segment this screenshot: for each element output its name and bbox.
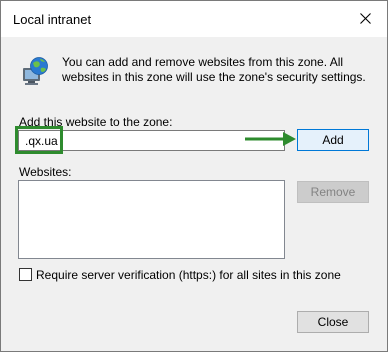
websites-list[interactable] — [18, 180, 285, 259]
website-input[interactable] — [18, 130, 285, 151]
remove-button: Remove — [297, 181, 369, 203]
add-website-label: Add this website to the zone: — [19, 115, 173, 129]
https-verification-checkbox[interactable] — [19, 268, 32, 281]
zone-description: You can add and remove websites from thi… — [62, 55, 366, 84]
dialog-title: Local intranet — [13, 12, 92, 27]
close-button[interactable]: Close — [297, 311, 369, 333]
close-icon[interactable] — [351, 4, 381, 34]
websites-label: Websites: — [19, 165, 72, 179]
globe-computer-icon — [20, 56, 50, 86]
title-bar: Local intranet — [1, 1, 387, 37]
add-button[interactable]: Add — [297, 129, 369, 151]
https-verification-label[interactable]: Require server verification (https:) for… — [36, 267, 341, 283]
local-intranet-dialog: Local intranet You can add and remove we… — [0, 0, 388, 352]
